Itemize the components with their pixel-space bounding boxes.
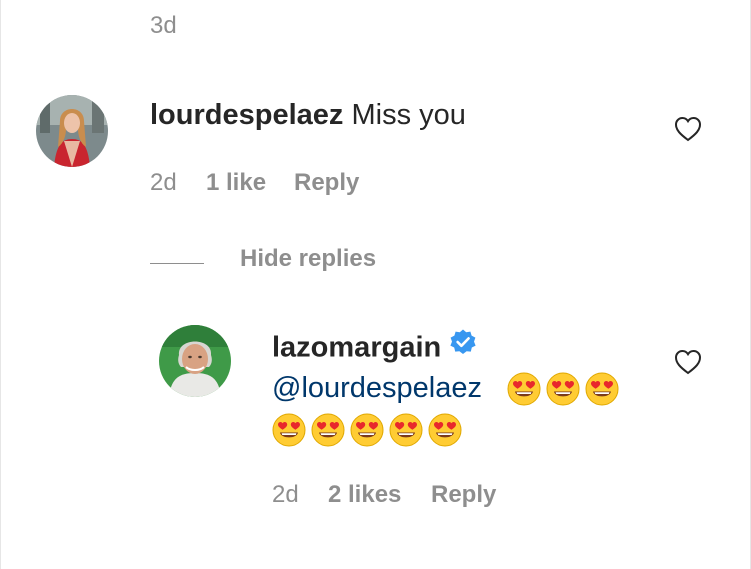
comment-body: lourdespelaez Miss you [150,99,466,132]
reply-username[interactable]: lazomargain [272,332,441,364]
reply-reply-button[interactable]: Reply [431,481,496,509]
replies-divider [150,263,204,264]
like-heart-icon[interactable] [674,116,702,142]
hide-replies-label: Hide replies [240,245,377,272]
reply-avatar[interactable] [159,325,231,397]
heart-eyes-emoji [507,372,541,406]
reply-header: lazomargain [272,328,477,367]
comment-reply-button[interactable]: Reply [294,169,359,197]
reply-body-line-1: @lourdespelaez [272,372,482,405]
comment-likes-link[interactable]: 1 like [206,169,266,197]
heart-eyes-emoji [311,413,345,447]
reply-likes-count: 2 likes [328,481,402,508]
avatar[interactable] [36,95,108,167]
reply-emoji-row-2 [272,413,467,447]
reply-reply-label: Reply [431,481,497,508]
heart-eyes-emoji [585,372,619,406]
comment-likes-count: 1 like [206,169,267,196]
comment-username[interactable]: lourdespelaez [150,99,343,131]
heart-eyes-emoji [546,372,580,406]
reply-mention-link[interactable]: @lourdespelaez [272,372,482,404]
comment-time: 2d [150,169,177,196]
heart-eyes-emoji [272,413,306,447]
heart-eyes-emoji [428,413,462,447]
reply-like-heart-icon[interactable] [674,349,702,375]
verified-badge-icon [449,328,477,364]
heart-eyes-emoji [389,413,423,447]
comment-reply-label: Reply [294,169,360,196]
previous-comment-time: 3d [150,12,177,39]
hide-replies-button[interactable]: Hide replies [240,245,376,273]
reply-avatar-photo [159,325,231,397]
heart-eyes-emoji [350,413,384,447]
comment-text: Miss you [351,99,466,131]
panel-left-border [0,0,1,569]
reply-time: 2d [272,481,299,508]
avatar-photo [36,95,108,167]
reply-emoji-row-1 [507,372,624,406]
reply-likes-link[interactable]: 2 likes [328,481,401,509]
